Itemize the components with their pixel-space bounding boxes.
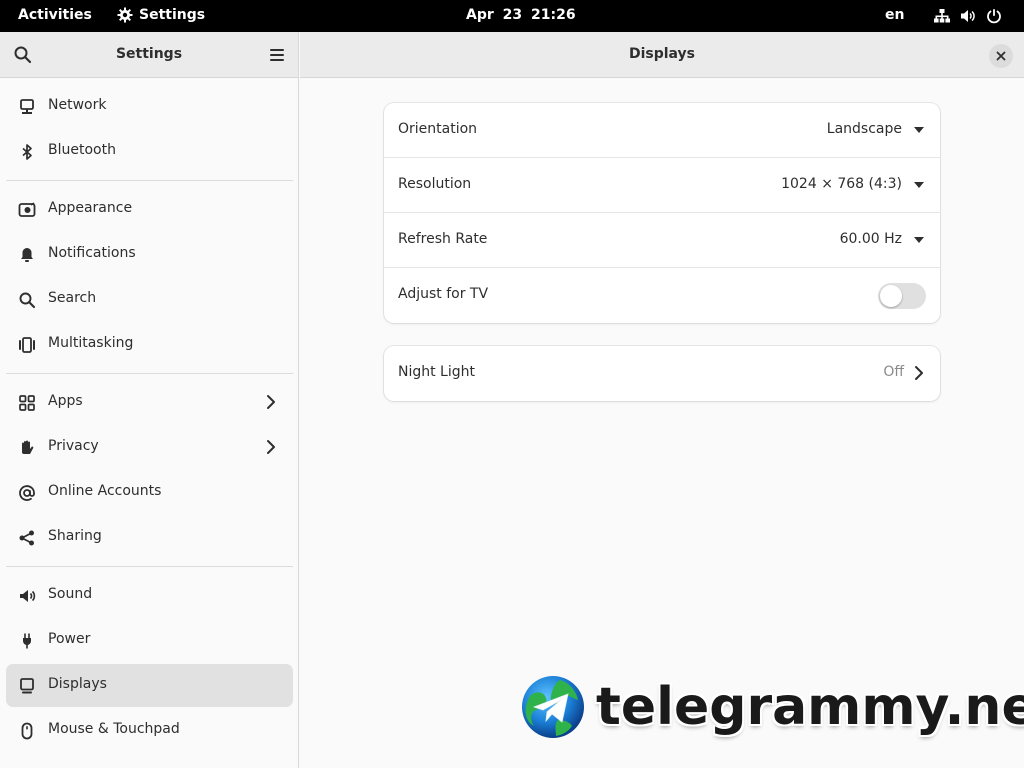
sidebar-item-appearance[interactable]: Appearance [6,188,293,231]
sidebar-item-label: Online Accounts [48,483,162,499]
share-icon [19,530,34,546]
adjust-for-tv-label: Adjust for TV [398,286,489,302]
hand-icon [22,440,34,454]
chevron-right-icon [267,440,275,454]
power-plug-icon [23,633,31,649]
activities-button[interactable]: Activities [18,7,92,23]
apps-grid-icon [19,395,35,411]
sidebar-item-label: Appearance [48,200,133,216]
main-header: Displays [300,32,1024,78]
sidebar-item-network[interactable]: Network [6,85,293,128]
bluetooth-icon [22,144,32,160]
sidebar-item-label: Privacy [48,438,99,454]
appearance-icon [18,202,36,217]
sidebar-item-sound[interactable]: Sound [6,574,293,617]
clock-date: Apr 23 [466,7,523,23]
sidebar-item-multitasking[interactable]: Multitasking [6,323,293,366]
sidebar-item-bluetooth[interactable]: Bluetooth [6,130,293,173]
watermark-text: telegrammy.net [596,677,1024,737]
sidebar-item-label: Bluetooth [48,142,116,158]
mouse-icon [21,722,33,740]
sidebar-item-search[interactable]: Search [6,278,293,321]
resolution-row[interactable]: Resolution 1024 × 768 (4:3) [384,158,940,213]
resolution-dropdown-value[interactable]: 1024 × 768 (4:3) [781,176,902,192]
night-light-row[interactable]: Night Light Off [384,346,940,401]
sidebar-item-label: Power [48,631,91,647]
display-icon [20,678,34,694]
refresh-rate-label: Refresh Rate [398,231,488,247]
night-light-status: Off [883,364,904,380]
adjust-for-tv-row[interactable]: Adjust for TV [384,268,940,323]
refresh-rate-dropdown-value[interactable]: 60.00 Hz [840,231,902,247]
app-menu[interactable]: Settings [117,7,205,23]
sidebar-item-online-accounts[interactable]: Online Accounts [6,471,293,514]
sidebar-item-apps[interactable]: Apps [6,381,293,424]
system-tray[interactable] [934,8,1002,24]
sidebar-header: Settings [0,32,298,78]
sidebar-item-mouse-touchpad[interactable]: Mouse & Touchpad [6,709,293,752]
network-icon [20,99,34,114]
at-sign-icon [19,485,35,501]
keyboard-layout-indicator[interactable]: en [885,7,904,23]
display-settings-card: Orientation Landscape Resolution 1024 × … [384,103,940,323]
orientation-row[interactable]: Orientation Landscape [384,103,940,158]
sidebar-separator [6,373,293,374]
resolution-label: Resolution [398,176,472,192]
sidebar: Settings Network Bluetooth Appearance No… [0,32,299,768]
refresh-rate-row[interactable]: Refresh Rate 60.00 Hz [384,213,940,268]
app-menu-label: Settings [139,7,206,23]
chevron-right-icon [915,366,923,380]
volume-icon [961,10,975,22]
clock-time: 21:26 [531,7,576,23]
sidebar-item-label: Multitasking [48,335,134,351]
toggle-knob [880,285,902,307]
network-wired-icon [934,9,950,23]
close-icon [996,51,1006,61]
speaker-icon [20,590,36,602]
dropdown-arrow-icon[interactable] [914,236,924,244]
night-light-label: Night Light [398,364,475,380]
close-button[interactable] [989,44,1013,68]
sidebar-item-label: Notifications [48,245,136,261]
gear-icon [117,7,133,23]
watermark: telegrammy.net [520,674,1024,740]
dropdown-arrow-icon[interactable] [914,126,924,134]
night-light-card[interactable]: Night Light Off [384,346,940,401]
dropdown-arrow-icon[interactable] [914,181,924,189]
sidebar-item-label: Mouse & Touchpad [48,721,180,737]
telegram-globe-logo-icon [522,676,584,738]
sidebar-item-displays[interactable]: Displays [6,664,293,707]
top-bar: Activities Settings Apr 23 21:26 en [0,0,1024,32]
sidebar-separator [6,566,293,567]
clock[interactable]: Apr 23 21:26 [466,7,576,23]
sidebar-item-label: Search [48,290,97,306]
sidebar-separator [6,180,293,181]
chevron-right-icon [267,395,275,409]
sidebar-item-label: Apps [48,393,83,409]
sidebar-item-privacy[interactable]: Privacy [6,426,293,469]
bell-icon [21,248,33,262]
sidebar-item-label: Displays [48,676,107,692]
power-icon [987,9,1001,24]
hamburger-menu-icon[interactable] [266,44,288,66]
multitasking-icon [19,337,35,353]
orientation-label: Orientation [398,121,478,137]
page-title: Displays [628,46,696,62]
sidebar-item-power[interactable]: Power [6,619,293,662]
orientation-dropdown-value[interactable]: Landscape [827,121,902,137]
sidebar-item-notifications[interactable]: Notifications [6,233,293,276]
sidebar-item-label: Network [48,97,107,113]
adjust-for-tv-toggle[interactable] [878,283,926,309]
sidebar-item-label: Sharing [48,528,102,544]
sidebar-item-label: Sound [48,586,93,602]
search-icon [19,292,36,309]
sidebar-title: Settings [115,46,183,62]
sidebar-item-sharing[interactable]: Sharing [6,516,293,559]
